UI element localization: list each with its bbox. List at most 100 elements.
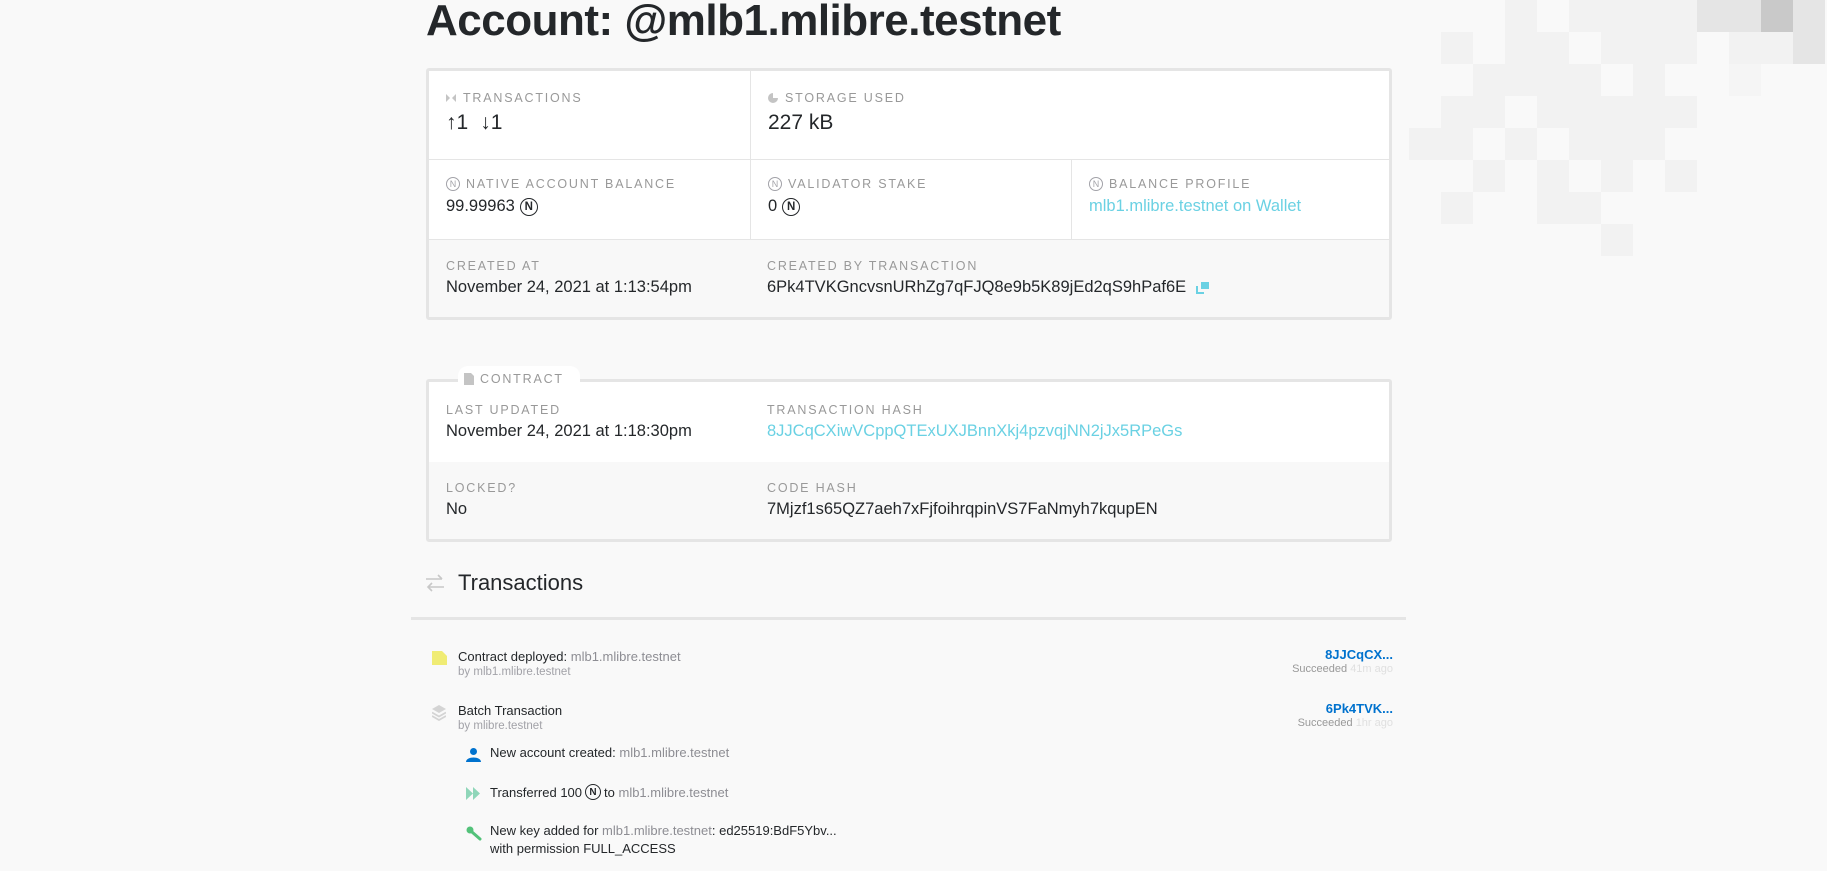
validator-stake-value: 0 N [768, 197, 801, 216]
transaction-status: Succeeded 41m ago [1292, 663, 1393, 675]
wallet-profile-link[interactable]: mlb1.mlibre.testnet on Wallet [1089, 197, 1301, 216]
mosaic-square [1601, 160, 1633, 192]
contract-tab: Contract [458, 366, 580, 386]
transaction-signer: by mlibre.testnet [458, 720, 543, 732]
mosaic-square [1505, 64, 1537, 96]
document-icon [464, 373, 474, 385]
near-icon: N [585, 784, 602, 800]
transaction-time: 41m ago [1350, 663, 1393, 675]
transaction-item[interactable]: Batch Transaction by mlibre.testnet 6Pk4… [431, 701, 1393, 739]
mosaic-square [1729, 64, 1761, 96]
mosaic-square [1473, 160, 1505, 192]
transaction-hash-link[interactable]: 8JJCqCX... [1325, 647, 1393, 662]
transactions-icon [446, 93, 456, 103]
transaction-title: Contract deployed: mlb1.mlibre.testnet [458, 649, 681, 664]
transaction-hash-link[interactable]: 8JJCqCXiwVCppQTExUXJBnnXkj4pzvqjNN2jJx5R… [767, 422, 1182, 441]
mosaic-square [1729, 32, 1761, 64]
account-link[interactable]: mlb1.mlibre.testnet [618, 785, 728, 800]
mosaic-square [1505, 32, 1537, 64]
mosaic-square [1569, 64, 1601, 96]
native-balance-cell: N Native Account Balance 99.99963 N [429, 160, 750, 239]
mosaic-square [1601, 224, 1633, 256]
last-updated-value: November 24, 2021 at 1:18:30pm [446, 422, 692, 440]
locked-value: No [446, 500, 468, 518]
transaction-time: 1hr ago [1355, 717, 1393, 729]
native-balance-value: 99.99963 N [446, 197, 538, 216]
mosaic-square [1537, 96, 1569, 128]
created-at-cell: Created At November 24, 2021 at 1:13:54p… [429, 240, 750, 317]
account-row-created: Created At November 24, 2021 at 1:13:54p… [429, 240, 1389, 317]
transactions-counts: ↑ 1 ↓ 1 [446, 111, 502, 135]
account-link[interactable]: mlb1.mlibre.testnet [602, 823, 712, 838]
mosaic-square [1569, 128, 1601, 160]
transactions-label: Transactions [446, 91, 583, 105]
balance-profile-label: N Balance Profile [1089, 177, 1251, 191]
mosaic-square [1665, 32, 1697, 64]
transactions-divider [411, 617, 1406, 620]
signer-link[interactable]: mlibre.testnet [473, 720, 542, 732]
incoming-count: 1 [490, 111, 503, 134]
storage-used-cell: Storage Used 227 kB [750, 71, 1389, 159]
mosaic-square [1601, 0, 1633, 32]
contract-row-updated: Last Updated November 24, 2021 at 1:18:3… [429, 382, 1389, 462]
mosaic-square [1793, 0, 1825, 32]
account-row-balances: N Native Account Balance 99.99963 N N Va… [429, 160, 1389, 240]
transaction-item[interactable]: Contract deployed: mlb1.mlibre.testnet b… [432, 647, 1393, 685]
transaction-status: Succeeded 1hr ago [1297, 717, 1393, 729]
mosaic-square [1537, 160, 1569, 192]
fast-forward-icon [466, 787, 481, 803]
account-info-card: Transactions ↑ 1 ↓ 1 Storage Used 227 kB [426, 68, 1392, 320]
near-icon: N [782, 197, 801, 216]
outgoing-arrow-icon: ↑ [446, 111, 457, 134]
mosaic-square [1441, 128, 1473, 160]
mosaic-square [1441, 96, 1473, 128]
mosaic-square [1633, 32, 1665, 64]
transfer-arrows-icon [424, 572, 446, 594]
key-permission: with permission FULL_ACCESS [490, 841, 676, 856]
code-hash-label: Code Hash [767, 481, 858, 495]
mosaic-square [1569, 192, 1601, 224]
mosaic-square [1601, 96, 1633, 128]
incoming-arrow-icon: ↓ [480, 111, 491, 134]
code-hash-cell: Code Hash 7Mjzf1s65QZ7aeh7xFjfoihrqpinVS… [750, 462, 1389, 539]
public-key: : ed25519:BdF5Ybv... [711, 823, 837, 838]
mosaic-square [1505, 0, 1537, 32]
code-hash-value: 7Mjzf1s65QZ7aeh7xFjfoihrqpinVS7FaNmyh7kq… [767, 500, 1158, 518]
transaction-signer: by mlb1.mlibre.testnet [458, 666, 571, 678]
transaction-hash-link[interactable]: 6Pk4TVK... [1326, 701, 1393, 716]
near-icon: N [519, 197, 538, 216]
outgoing-count: 1 [456, 111, 469, 134]
near-icon: N [1089, 177, 1103, 191]
mosaic-square [1633, 0, 1665, 32]
user-icon [466, 748, 481, 765]
locked-label: Locked? [446, 481, 517, 495]
transaction-hash-label: Transaction Hash [767, 403, 924, 417]
mosaic-square [1537, 32, 1569, 64]
transaction-hash-cell: Transaction Hash 8JJCqCXiwVCppQTExUXJBnn… [750, 382, 1389, 462]
signer-link[interactable]: mlb1.mlibre.testnet [473, 666, 570, 678]
contract-info-card: Last Updated November 24, 2021 at 1:18:3… [426, 379, 1392, 542]
mosaic-square [1697, 0, 1729, 32]
account-row-stats: Transactions ↑ 1 ↓ 1 Storage Used 227 kB [429, 71, 1389, 160]
background-mosaic [1397, 0, 1827, 260]
mosaic-square [1569, 0, 1601, 32]
batch-layers-icon [431, 705, 447, 726]
account-link[interactable]: mlb1.mlibre.testnet [571, 649, 681, 664]
copy-icon[interactable] [1196, 281, 1210, 294]
mosaic-square [1505, 128, 1537, 160]
mosaic-square [1537, 192, 1569, 224]
mosaic-square [1761, 32, 1793, 64]
mosaic-square [1793, 32, 1825, 64]
validator-stake-cell: N Validator Stake 0 N [750, 160, 1071, 239]
account-link[interactable]: mlb1.mlibre.testnet [619, 745, 729, 760]
validator-stake-label: N Validator Stake [768, 177, 927, 191]
last-updated-label: Last Updated [446, 403, 561, 417]
mosaic-square [1633, 128, 1665, 160]
last-updated-cell: Last Updated November 24, 2021 at 1:18:3… [429, 382, 750, 462]
mosaic-square [1729, 0, 1761, 32]
mosaic-square [1601, 128, 1633, 160]
transactions-heading: Transactions [424, 570, 583, 596]
created-at-label: Created At [446, 259, 541, 273]
near-icon: N [768, 177, 782, 191]
mosaic-square [1761, 0, 1793, 32]
